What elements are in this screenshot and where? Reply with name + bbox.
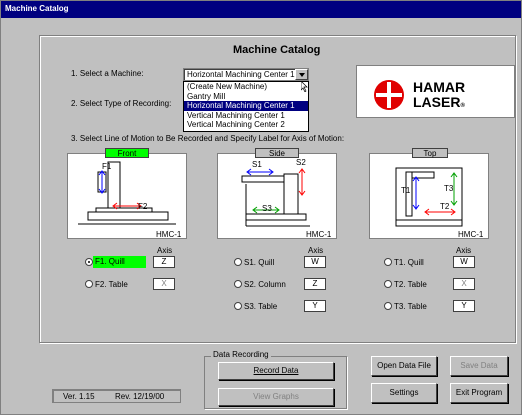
motion-label-t3[interactable]: T3. Table [394, 302, 427, 311]
axis-input-t1[interactable]: W [453, 256, 475, 268]
axis-input-t3[interactable]: Y [453, 300, 475, 312]
radio-s3-table[interactable] [234, 302, 242, 310]
machine-dropdown-list[interactable]: (Create New Machine) Gantry Mill Horizon… [183, 81, 309, 132]
axis-input-s1[interactable]: W [304, 256, 326, 268]
top-label-t1: T1 [401, 186, 411, 195]
side-label-s3: S3 [262, 204, 272, 213]
axis-input-s2[interactable]: Z [304, 278, 326, 290]
motion-label-t2[interactable]: T2. Table [394, 280, 427, 289]
step3-label: 3. Select Line of Motion to Be Recorded … [71, 134, 345, 143]
data-recording-title: Data Recording [211, 350, 271, 359]
logo-text: HAMAR LASER® [413, 79, 466, 110]
motion-label-f1[interactable]: F1. Quill [93, 256, 146, 268]
dropdown-option[interactable]: (Create New Machine) [184, 82, 308, 92]
side-view-diagram[interactable]: S1 S2 S3 HMC-1 [217, 153, 337, 239]
side-label-s2: S2 [296, 158, 306, 167]
tab-side-view[interactable]: Side [255, 148, 299, 158]
radio-f1-quill[interactable] [85, 258, 93, 266]
axis-header-side: Axis [308, 246, 324, 255]
dropdown-option-selected[interactable]: Horizontal Machining Center 1 [184, 101, 308, 111]
radio-s1-quill[interactable] [234, 258, 242, 266]
machine-catalog-window: Machine Catalog Machine Catalog 1. Selec… [0, 0, 522, 415]
revision-text: Rev. 12/19/00 [115, 392, 165, 401]
front-label-f1: F1 [102, 162, 112, 171]
step1-label: 1. Select a Machine: [71, 69, 144, 78]
radio-t3-table[interactable] [384, 302, 392, 310]
motion-label-f2[interactable]: F2. Table [95, 280, 128, 289]
front-machine-drawing [78, 161, 176, 225]
dropdown-option[interactable]: Vertical Machining Center 2 [184, 120, 308, 130]
view-graphs-button[interactable]: View Graphs [218, 388, 334, 406]
axis-input-t2[interactable]: X [453, 278, 475, 290]
tab-front-view[interactable]: Front [105, 148, 149, 158]
top-machine-id: HMC-1 [458, 230, 484, 239]
top-label-t2: T2 [440, 202, 450, 211]
crosshair-logo-icon [374, 80, 404, 110]
top-label-t3: T3 [444, 184, 454, 193]
settings-button[interactable]: Settings [371, 383, 437, 403]
mouse-cursor-icon [301, 81, 308, 92]
axis-input-s3[interactable]: Y [304, 300, 326, 312]
save-data-button[interactable]: Save Data [450, 356, 508, 376]
record-data-button[interactable]: Record Data [218, 362, 334, 380]
top-view-diagram[interactable]: T1 T3 T2 HMC-1 [369, 153, 489, 239]
window-title: Machine Catalog [1, 1, 521, 18]
motion-label-t1[interactable]: T1. Quill [394, 258, 424, 267]
side-machine-drawing [241, 168, 310, 227]
front-view-diagram[interactable]: F1 F2 HMC-1 [67, 153, 187, 239]
version-status-box: Ver. 1.15 Rev. 12/19/00 [52, 389, 181, 403]
exit-program-button[interactable]: Exit Program [450, 383, 508, 403]
radio-f2-table[interactable] [85, 280, 93, 288]
dropdown-option[interactable]: Gantry Mill [184, 92, 308, 102]
chevron-down-icon[interactable] [295, 69, 308, 80]
axis-input-f1[interactable]: Z [153, 256, 175, 268]
step2-label: 2. Select Type of Recording: [71, 99, 172, 108]
top-machine-drawing [395, 167, 463, 227]
motion-label-s2[interactable]: S2. Column [244, 280, 286, 289]
axis-input-f2[interactable]: X [153, 278, 175, 290]
dropdown-option[interactable]: Vertical Machining Center 1 [184, 111, 308, 121]
side-label-s1: S1 [252, 160, 262, 169]
motion-label-s1[interactable]: S1. Quill [244, 258, 274, 267]
tab-top-view[interactable]: Top [412, 148, 448, 158]
machine-select-value: Horizontal Machining Center 1 [187, 70, 295, 79]
radio-s2-column[interactable] [234, 280, 242, 288]
machine-select[interactable]: Horizontal Machining Center 1 [183, 68, 309, 81]
motion-label-s3[interactable]: S3. Table [244, 302, 277, 311]
axis-header-top: Axis [456, 246, 472, 255]
radio-t1-quill[interactable] [384, 258, 392, 266]
open-data-file-button[interactable]: Open Data File [371, 356, 437, 376]
axis-header-front: Axis [157, 246, 173, 255]
side-machine-id: HMC-1 [306, 230, 332, 239]
front-label-f2: F2 [138, 202, 148, 211]
radio-t2-table[interactable] [384, 280, 392, 288]
front-machine-id: HMC-1 [156, 230, 182, 239]
version-text: Ver. 1.15 [63, 392, 95, 401]
hamar-laser-logo: HAMAR LASER® [356, 65, 515, 118]
panel-title: Machine Catalog [231, 44, 323, 56]
